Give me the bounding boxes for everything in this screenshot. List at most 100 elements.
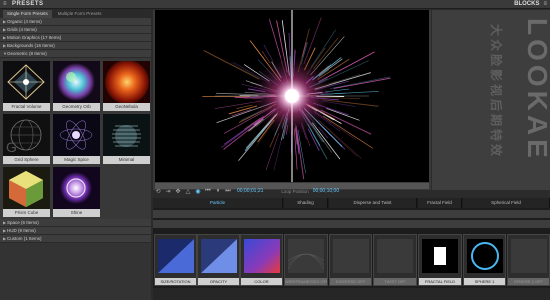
loop-position-timecode[interactable]: 00;00;10;00 bbox=[313, 188, 339, 194]
preset-label: Shine bbox=[53, 209, 100, 217]
module-header-particle[interactable]: Particle bbox=[153, 198, 283, 208]
tab-single-form[interactable]: Single Form Presets bbox=[3, 10, 52, 18]
preset-tile-fractal-volume[interactable]: Fractal Volume bbox=[3, 61, 50, 111]
block-label: WIREFRAME/GEO OFF bbox=[285, 278, 327, 285]
preset-thumbnail bbox=[53, 167, 100, 209]
block-wireframe[interactable]: WIREFRAME/GEO OFF bbox=[284, 234, 328, 286]
preset-tile-shine[interactable]: Shine bbox=[53, 167, 100, 217]
preview-canvas[interactable] bbox=[155, 10, 429, 182]
pause-icon[interactable]: ⏸ bbox=[213, 188, 223, 195]
preset-label: GeoNebula bbox=[103, 103, 150, 111]
block-label: DISPERSE OFF bbox=[330, 278, 371, 285]
preset-thumbnail bbox=[103, 114, 150, 156]
block-twist[interactable]: TWIST OFF bbox=[373, 234, 417, 286]
tab-multiple-form[interactable]: Multiple Form Presets bbox=[54, 10, 106, 18]
preview-viewer bbox=[153, 10, 431, 190]
module-header-shading[interactable]: Shading bbox=[284, 198, 328, 208]
block-opacity[interactable]: OPACITY bbox=[197, 234, 240, 286]
preset-tile-magic-spice[interactable]: Magic Spice bbox=[53, 114, 100, 164]
loop-position-label: Loop Position bbox=[281, 188, 309, 194]
block-thumbnail bbox=[244, 239, 280, 273]
watermark-cn: 大众脸影视后期特效 bbox=[489, 24, 504, 159]
preset-label: Prism Cube bbox=[3, 209, 50, 217]
preset-thumbnail bbox=[3, 61, 50, 103]
block-thumbnail bbox=[422, 239, 458, 273]
blocks-menu-icon[interactable]: ≡ bbox=[543, 1, 547, 7]
block-label: SPHERE 1 bbox=[464, 278, 505, 285]
category-motion-graphics[interactable]: ▶Motion Graphics (17 Items) bbox=[0, 34, 151, 42]
eye-icon[interactable]: ◉ bbox=[193, 188, 203, 195]
module-row bbox=[153, 210, 550, 218]
preset-label: Fractal Volume bbox=[3, 103, 50, 111]
preset-label: Geometry Orb bbox=[53, 103, 100, 111]
block-label: SPHERE 2 OFF bbox=[508, 278, 549, 285]
block-color[interactable]: COLOR bbox=[240, 234, 283, 286]
block-fractal-field[interactable]: FRACTAL FIELD bbox=[418, 234, 462, 286]
block-size-rotation[interactable]: SIZE/ROTATION bbox=[154, 234, 197, 286]
blocks-footer bbox=[153, 288, 550, 300]
preset-subtabs: Single Form Presets Multiple Form Preset… bbox=[0, 10, 151, 18]
presets-menu-icon[interactable]: ≡ bbox=[3, 0, 7, 9]
category-label: Organic (4 Items) bbox=[7, 19, 42, 24]
category-organic[interactable]: ▶Organic (4 Items) bbox=[0, 18, 151, 26]
module-header-disperse-twist[interactable]: Disperse and Twist bbox=[329, 198, 417, 208]
block-sphere-1[interactable]: SPHERE 1 bbox=[463, 234, 506, 286]
preset-label: Magic Spice bbox=[53, 156, 100, 164]
preset-tile-geometry-orb[interactable]: Geometry Orb bbox=[53, 61, 100, 111]
category-grids[interactable]: ▶Grids (4 Items) bbox=[0, 26, 151, 34]
block-thumbnail bbox=[467, 239, 503, 273]
block-thumbnail bbox=[201, 239, 237, 273]
transport-bar: ⟲ ⇥ ✥ △ ◉ ⏮ ⏸ ⏭ 00;00;01;21 Loop Positio… bbox=[153, 185, 431, 197]
category-hud[interactable]: ▶HUD (9 Items) bbox=[0, 227, 151, 235]
block-thumbnail bbox=[377, 239, 413, 273]
block-label: COLOR bbox=[241, 278, 282, 285]
preset-thumbnail bbox=[53, 114, 100, 156]
skip-start-icon[interactable]: ⏮ bbox=[203, 188, 213, 195]
block-label: SIZE/ROTATION bbox=[155, 278, 196, 285]
category-label: Custom (1 Items) bbox=[7, 236, 42, 241]
category-label: Motion Graphics (17 Items) bbox=[7, 35, 62, 40]
module-header-spherical-field[interactable]: Spherical Field bbox=[463, 198, 550, 208]
app-root: ≡ PRESETS BLOCKS ≡ Single Form Presets Mu… bbox=[0, 0, 550, 300]
preset-label: Grid Sphere bbox=[3, 156, 50, 164]
blocks-title: BLOCKS ≡ bbox=[514, 0, 547, 9]
category-custom[interactable]: ▶Custom (1 Items) bbox=[0, 235, 151, 243]
skip-end-icon[interactable]: ⏭ bbox=[223, 188, 233, 195]
category-space[interactable]: ▶Space (6 Items) bbox=[0, 219, 151, 227]
preset-tile-geonebula[interactable]: GeoNebula bbox=[103, 61, 150, 111]
preset-tile-minimal[interactable]: Minimal bbox=[103, 114, 150, 164]
category-backgrounds[interactable]: ▶Backgrounds (16 Items) bbox=[0, 42, 151, 50]
preset-thumbnail: G bbox=[3, 114, 50, 156]
block-label: TWIST OFF bbox=[374, 278, 416, 285]
block-thumbnail bbox=[511, 239, 547, 273]
category-label: Space (6 Items) bbox=[7, 220, 39, 225]
preset-tile-prism-cube[interactable]: Prism Cube bbox=[3, 167, 50, 217]
top-header: ≡ PRESETS BLOCKS ≡ bbox=[0, 0, 550, 9]
block-disperse[interactable]: DISPERSE OFF bbox=[329, 234, 372, 286]
watermark-text: LOOKAE bbox=[522, 18, 550, 162]
block-label: OPACITY bbox=[198, 278, 239, 285]
blocks-area: Particle Shading Disperse and Twist Frac… bbox=[153, 198, 550, 300]
block-sphere-2[interactable]: SPHERE 2 OFF bbox=[507, 234, 550, 286]
timecode: 00;00;01;21 bbox=[237, 188, 264, 194]
category-label: Geometric (8 Items) bbox=[7, 51, 47, 56]
watermark-panel: LOOKAE 大众脸影视后期特效 bbox=[432, 10, 550, 190]
presets-title: PRESETS bbox=[12, 1, 44, 7]
category-geometric[interactable]: ▼Geometric (8 Items) bbox=[0, 50, 151, 58]
pan-icon[interactable]: ✥ bbox=[173, 188, 183, 195]
loop-out-icon[interactable]: ⇥ bbox=[163, 188, 173, 195]
loop-in-icon[interactable]: ⟲ bbox=[153, 188, 163, 195]
presets-panel: Single Form Presets Multiple Form Preset… bbox=[0, 10, 151, 300]
module-header-fractal-field[interactable]: Fractal Field bbox=[418, 198, 462, 208]
preset-tile-grid-sphere[interactable]: G Grid Sphere bbox=[3, 114, 50, 164]
wireframe-icon[interactable]: △ bbox=[183, 188, 193, 195]
category-label: Grids (4 Items) bbox=[7, 27, 37, 32]
preset-label: Minimal bbox=[103, 156, 150, 164]
block-label: FRACTAL FIELD bbox=[419, 278, 461, 285]
preset-thumbnail bbox=[53, 61, 100, 103]
block-thumbnail bbox=[158, 239, 194, 273]
block-thumbnail bbox=[333, 239, 369, 273]
preset-grid: Fractal Volume Geometry Orb GeoNebula G … bbox=[0, 58, 151, 219]
preset-thumbnail bbox=[103, 61, 150, 103]
blocks-label: BLOCKS bbox=[514, 1, 540, 7]
